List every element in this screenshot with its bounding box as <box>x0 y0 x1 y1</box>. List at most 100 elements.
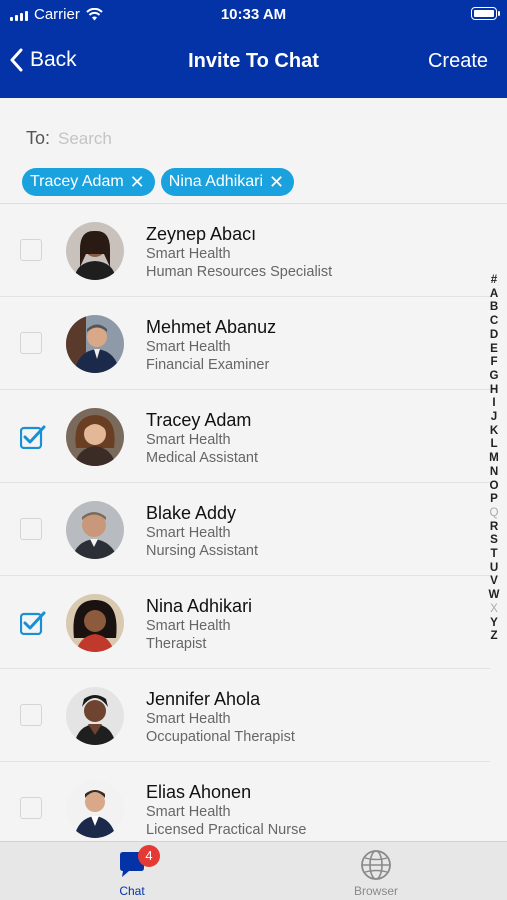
avatar <box>66 687 124 745</box>
contact-row[interactable]: Blake Addy Smart Health Nursing Assistan… <box>0 483 490 576</box>
alpha-index-letter[interactable]: N <box>490 465 498 479</box>
alpha-index-letter[interactable]: G <box>489 369 498 383</box>
contact-name: Nina Adhikari <box>146 596 253 616</box>
alphabet-index[interactable]: # A B C D E F G H I J K L M N O P Q R S … <box>487 273 501 643</box>
alpha-index-letter[interactable]: J <box>491 410 497 424</box>
alpha-index-letter[interactable]: I <box>492 396 495 410</box>
checkbox[interactable] <box>20 332 42 354</box>
contact-name: Zeynep Abacı <box>146 224 257 244</box>
alpha-index-letter[interactable]: W <box>489 588 500 602</box>
alpha-index-letter[interactable]: X <box>490 602 498 616</box>
contact-org: Smart Health <box>146 432 231 448</box>
tab-bar: 4 Chat Browser <box>0 841 507 900</box>
status-time: 10:33 AM <box>220 6 287 23</box>
contact-title: Occupational Therapist <box>146 729 295 745</box>
alpha-index-letter[interactable]: T <box>490 547 497 561</box>
contact-name: Jennifer Ahola <box>146 689 261 709</box>
avatar <box>66 222 124 280</box>
to-row: To: <box>26 128 359 149</box>
contact-name: Blake Addy <box>146 503 237 523</box>
nav-bar: Back Invite To Chat Create <box>0 36 507 88</box>
remove-chip-icon[interactable]: ✕ <box>130 173 145 191</box>
alpha-index-letter[interactable]: K <box>490 424 498 438</box>
alpha-index-letter[interactable]: V <box>490 574 498 588</box>
alpha-index-letter[interactable]: F <box>490 355 497 369</box>
contact-info: Mehmet Abanuz Smart Health Financial Exa… <box>146 316 276 374</box>
contact-row[interactable]: Tracey Adam Smart Health Medical Assista… <box>0 390 490 483</box>
contact-title: Financial Examiner <box>146 357 270 373</box>
recipient-chip[interactable]: Tracey Adam ✕ <box>22 168 155 196</box>
contact-name: Mehmet Abanuz <box>146 317 277 337</box>
contact-info: Elias Ahonen Smart Health Licensed Pract… <box>146 781 306 839</box>
checkbox[interactable] <box>20 797 42 819</box>
create-button[interactable]: Create <box>428 50 488 73</box>
recipient-field: To: Tracey Adam ✕ Nina Adhikari ✕ <box>0 98 507 204</box>
contact-title: Therapist <box>146 636 207 652</box>
alpha-index-letter[interactable]: S <box>490 533 498 547</box>
tab-browser-label: Browser <box>353 884 398 898</box>
alpha-index-letter[interactable]: Q <box>489 506 498 520</box>
alpha-index-letter[interactable]: # <box>491 273 497 287</box>
contact-list[interactable]: Zeynep Abacı Smart Health Human Resource… <box>0 204 490 841</box>
contact-row[interactable]: Jennifer Ahola Smart Health Occupational… <box>0 669 490 762</box>
contact-info: Tracey Adam Smart Health Medical Assista… <box>146 409 258 467</box>
contact-title: Human Resources Specialist <box>146 264 333 280</box>
contact-row[interactable]: Mehmet Abanuz Smart Health Financial Exa… <box>0 297 490 390</box>
contact-title: Medical Assistant <box>146 450 259 466</box>
contact-row[interactable]: Elias Ahonen Smart Health Licensed Pract… <box>0 762 490 841</box>
avatar <box>66 594 124 652</box>
unread-badge: 4 <box>138 845 160 867</box>
checkbox[interactable] <box>20 704 42 726</box>
checkmark-icon <box>20 611 46 635</box>
alpha-index-letter[interactable]: E <box>490 342 498 356</box>
alpha-index-letter[interactable]: R <box>490 520 498 534</box>
tab-chat[interactable]: 4 Chat <box>32 842 232 900</box>
alpha-index-letter[interactable]: C <box>490 314 498 328</box>
checkmark-icon <box>20 425 46 449</box>
alpha-index-letter[interactable]: B <box>490 300 498 314</box>
status-bar: Carrier 10:33 AM <box>0 4 507 26</box>
contact-name: Elias Ahonen <box>146 782 252 802</box>
contact-name: Tracey Adam <box>146 410 252 430</box>
chip-label: Nina Adhikari <box>168 173 264 190</box>
checkbox[interactable] <box>20 239 42 261</box>
contact-title: Licensed Practical Nurse <box>146 822 307 838</box>
alpha-index-letter[interactable]: H <box>490 383 498 397</box>
to-label: To: <box>26 128 51 148</box>
alpha-index-letter[interactable]: M <box>489 451 499 465</box>
alpha-index-letter[interactable]: A <box>490 287 498 301</box>
battery-icon <box>471 7 500 20</box>
contact-org: Smart Health <box>146 525 231 541</box>
remove-chip-icon[interactable]: ✕ <box>269 173 284 191</box>
recipient-chip[interactable]: Nina Adhikari ✕ <box>160 168 295 196</box>
checkbox-checked[interactable] <box>20 611 46 635</box>
selected-recipients: Tracey Adam ✕ Nina Adhikari ✕ <box>22 168 295 196</box>
header: Carrier 10:33 AM Back Invite To Chat Cre… <box>0 0 507 98</box>
tab-chat-label: Chat <box>119 884 145 898</box>
search-input[interactable] <box>58 128 359 149</box>
alpha-index-letter[interactable]: P <box>490 492 498 506</box>
contact-row[interactable]: Nina Adhikari Smart Health Therapist <box>0 576 490 669</box>
alpha-index-letter[interactable]: D <box>490 328 498 342</box>
alpha-index-letter[interactable]: O <box>489 479 498 493</box>
contact-org: Smart Health <box>146 246 231 262</box>
checkbox-checked[interactable] <box>20 425 46 449</box>
tab-browser[interactable]: Browser <box>276 842 476 900</box>
alpha-index-letter[interactable]: Y <box>490 616 498 630</box>
contact-info: Blake Addy Smart Health Nursing Assistan… <box>146 502 258 560</box>
avatar <box>66 501 124 559</box>
contact-info: Jennifer Ahola Smart Health Occupational… <box>146 688 295 746</box>
contact-row[interactable]: Zeynep Abacı Smart Health Human Resource… <box>0 204 490 297</box>
avatar <box>66 315 124 373</box>
alpha-index-letter[interactable]: U <box>490 561 498 575</box>
alpha-index-letter[interactable]: L <box>490 437 497 451</box>
avatar <box>66 408 124 466</box>
avatar <box>66 780 124 838</box>
contact-info: Zeynep Abacı Smart Health Human Resource… <box>146 223 332 281</box>
checkbox[interactable] <box>20 518 42 540</box>
contact-org: Smart Health <box>146 711 231 727</box>
globe-icon <box>361 850 391 880</box>
contact-org: Smart Health <box>146 339 231 355</box>
alpha-index-letter[interactable]: Z <box>490 629 497 643</box>
contact-info: Nina Adhikari Smart Health Therapist <box>146 595 252 653</box>
